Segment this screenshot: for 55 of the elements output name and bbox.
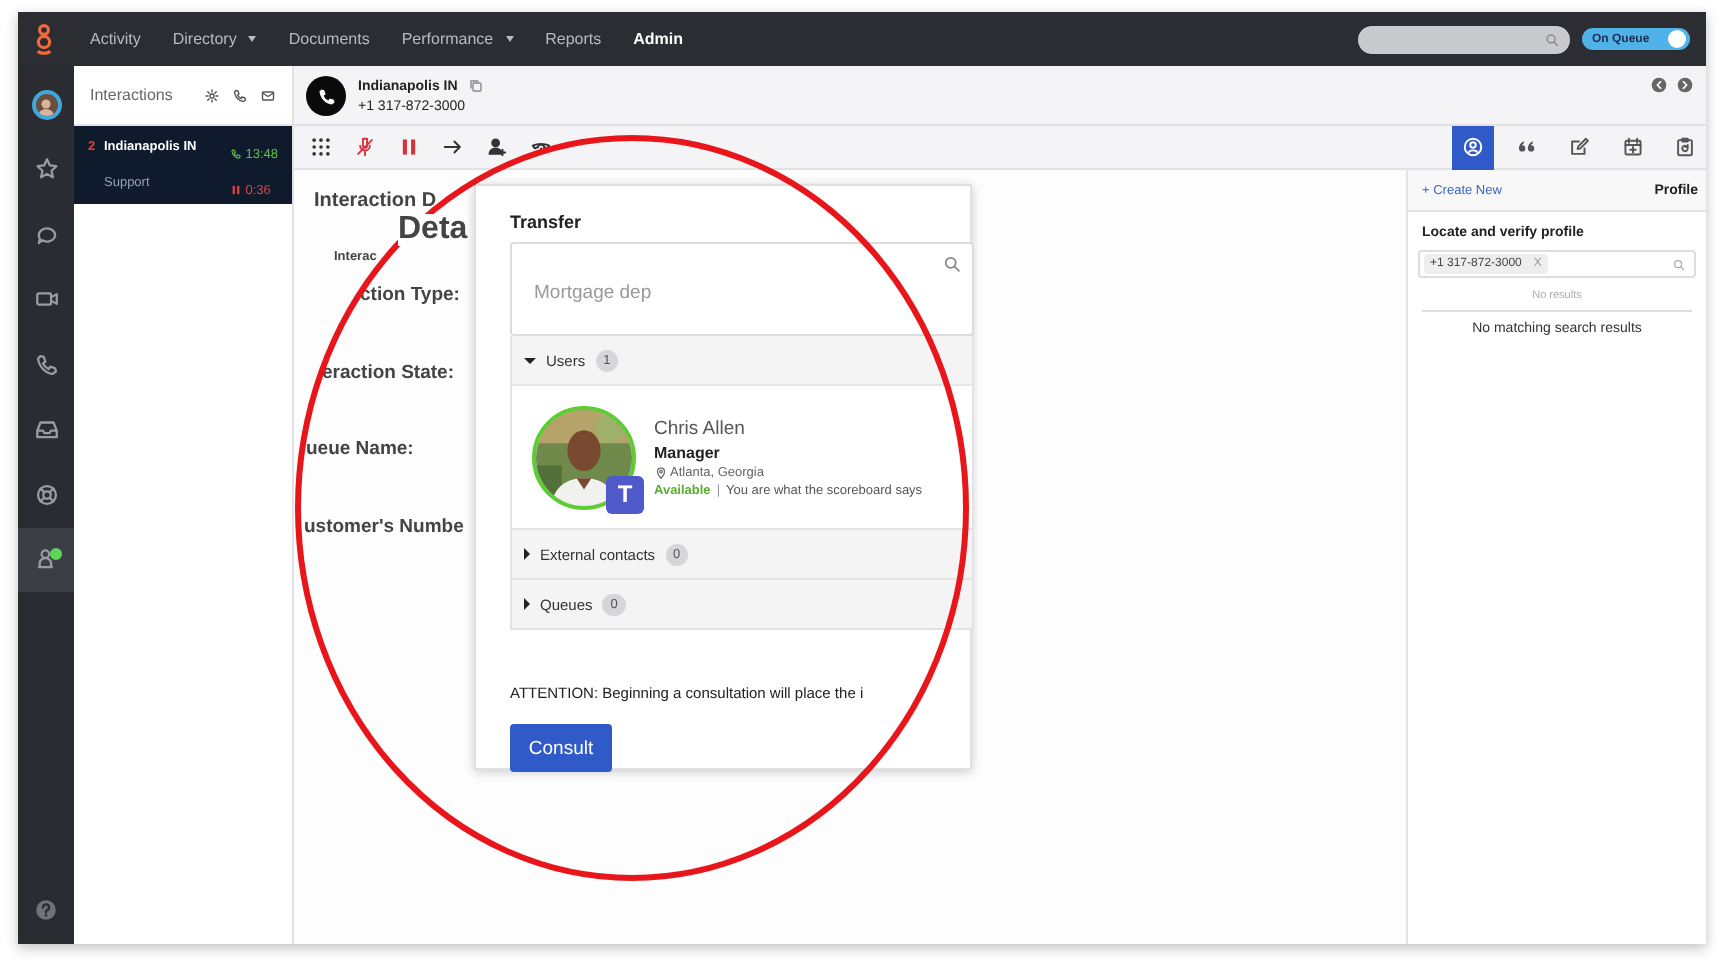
panel-title: Interactions xyxy=(90,86,175,104)
search-icon xyxy=(942,254,962,274)
chat-bubble-icon xyxy=(33,221,59,248)
person-icon xyxy=(33,546,59,573)
dialpad-icon xyxy=(310,136,332,158)
search-icon xyxy=(1544,31,1560,47)
clipboard-icon xyxy=(1674,136,1696,158)
copy-icon xyxy=(467,78,484,94)
gear-icon xyxy=(204,87,220,103)
user-role: Manager xyxy=(654,443,722,461)
user-avatar[interactable] xyxy=(31,89,61,120)
field-label: eraction State: xyxy=(322,359,454,385)
nav-link[interactable]: Activity xyxy=(74,30,157,48)
field-label: ueue Name: xyxy=(306,436,414,462)
field-label: ction Type: xyxy=(360,282,460,308)
search-icon xyxy=(1672,257,1686,271)
toolbar-button[interactable] xyxy=(306,132,336,162)
right-arrow-icon xyxy=(442,136,464,158)
edit-icon xyxy=(1568,136,1590,158)
nav-link[interactable]: Performance xyxy=(385,30,530,48)
consult-button[interactable]: Consult xyxy=(510,724,612,772)
pause-icon xyxy=(398,136,420,158)
add-person-icon xyxy=(486,136,508,158)
muted-microphone-icon xyxy=(354,136,376,158)
teams-badge: T xyxy=(606,475,644,513)
nav-link[interactable]: Admin xyxy=(617,30,700,48)
field-label: ustomer's Numbe xyxy=(304,513,464,539)
calendar-add-icon xyxy=(1621,136,1643,158)
nav-link[interactable]: Reports xyxy=(529,30,618,48)
nav-link[interactable]: Directory xyxy=(156,30,273,48)
phone-icon xyxy=(229,148,242,160)
panel-tab[interactable] xyxy=(1452,125,1494,169)
search-field[interactable] xyxy=(1358,25,1570,53)
next-icon xyxy=(1676,76,1694,94)
inbox-tray-icon xyxy=(33,416,59,443)
previous-icon xyxy=(1650,76,1668,94)
section-title: Deta xyxy=(398,214,468,246)
section-title: Interaction D xyxy=(314,190,437,212)
user-name: Chris Allen xyxy=(654,417,747,439)
logo-icon[interactable] xyxy=(34,23,54,55)
help-icon xyxy=(34,898,58,922)
caret-icon xyxy=(248,36,257,42)
profile-icon xyxy=(1462,136,1484,158)
popover-title: Transfer xyxy=(510,212,584,232)
phone-icon xyxy=(306,76,346,116)
phone-icon xyxy=(232,87,248,103)
phone-icon xyxy=(33,351,59,378)
pin-icon xyxy=(654,465,668,479)
nav-link[interactable]: Documents xyxy=(272,30,386,48)
status-dot xyxy=(50,547,62,559)
caret-icon xyxy=(505,36,514,42)
pause-icon xyxy=(229,184,242,196)
lifebuoy-icon xyxy=(33,481,59,508)
star-icon xyxy=(33,156,59,183)
envelope-icon xyxy=(260,87,276,103)
